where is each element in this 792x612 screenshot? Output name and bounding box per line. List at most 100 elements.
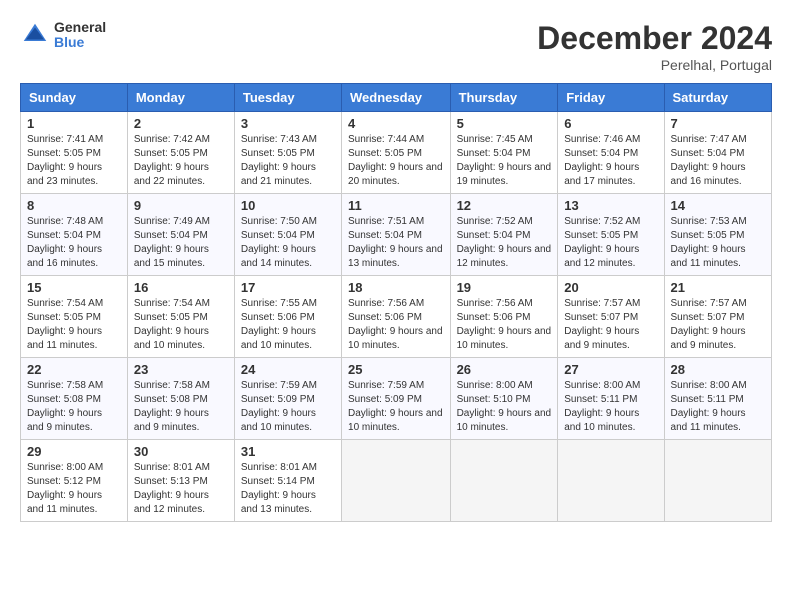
calendar-cell: 20 Sunrise: 7:57 AM Sunset: 5:07 PM Dayl… [558,276,664,358]
day-number: 21 [671,280,765,295]
calendar-cell: 6 Sunrise: 7:46 AM Sunset: 5:04 PM Dayli… [558,112,664,194]
logo-icon [20,20,50,50]
day-number: 3 [241,116,335,131]
day-info: Sunrise: 7:54 AM Sunset: 5:05 PM Dayligh… [27,297,121,353]
column-header-monday: Monday [127,84,234,112]
day-number: 16 [134,280,228,295]
day-info: Sunrise: 7:59 AM Sunset: 5:09 PM Dayligh… [348,379,444,435]
day-info: Sunrise: 7:57 AM Sunset: 5:07 PM Dayligh… [564,297,657,353]
day-info: Sunrise: 7:42 AM Sunset: 5:05 PM Dayligh… [134,133,228,189]
day-info: Sunrise: 7:48 AM Sunset: 5:04 PM Dayligh… [27,215,121,271]
calendar-cell: 12 Sunrise: 7:52 AM Sunset: 5:04 PM Dayl… [450,194,558,276]
page-header: General Blue December 2024 Perelhal, Por… [20,20,772,73]
day-number: 10 [241,198,335,213]
day-number: 12 [457,198,552,213]
column-header-sunday: Sunday [21,84,128,112]
calendar-cell [664,440,771,522]
day-info: Sunrise: 8:00 AM Sunset: 5:12 PM Dayligh… [27,461,121,517]
day-info: Sunrise: 7:45 AM Sunset: 5:04 PM Dayligh… [457,133,552,189]
calendar-cell: 31 Sunrise: 8:01 AM Sunset: 5:14 PM Dayl… [234,440,341,522]
day-number: 15 [27,280,121,295]
day-info: Sunrise: 8:00 AM Sunset: 5:10 PM Dayligh… [457,379,552,435]
day-number: 23 [134,362,228,377]
logo-blue-text: Blue [54,35,106,50]
calendar-cell: 25 Sunrise: 7:59 AM Sunset: 5:09 PM Dayl… [342,358,451,440]
calendar-cell: 19 Sunrise: 7:56 AM Sunset: 5:06 PM Dayl… [450,276,558,358]
day-number: 14 [671,198,765,213]
day-number: 7 [671,116,765,131]
logo-general-text: General [54,20,106,35]
day-info: Sunrise: 7:51 AM Sunset: 5:04 PM Dayligh… [348,215,444,271]
calendar-week-row: 15 Sunrise: 7:54 AM Sunset: 5:05 PM Dayl… [21,276,772,358]
calendar-table: SundayMondayTuesdayWednesdayThursdayFrid… [20,83,772,522]
day-info: Sunrise: 7:50 AM Sunset: 5:04 PM Dayligh… [241,215,335,271]
day-number: 11 [348,198,444,213]
day-info: Sunrise: 7:43 AM Sunset: 5:05 PM Dayligh… [241,133,335,189]
calendar-cell: 16 Sunrise: 7:54 AM Sunset: 5:05 PM Dayl… [127,276,234,358]
day-number: 6 [564,116,657,131]
day-number: 29 [27,444,121,459]
calendar-cell: 14 Sunrise: 7:53 AM Sunset: 5:05 PM Dayl… [664,194,771,276]
calendar-cell: 3 Sunrise: 7:43 AM Sunset: 5:05 PM Dayli… [234,112,341,194]
day-info: Sunrise: 8:00 AM Sunset: 5:11 PM Dayligh… [564,379,657,435]
day-number: 4 [348,116,444,131]
day-info: Sunrise: 8:00 AM Sunset: 5:11 PM Dayligh… [671,379,765,435]
day-info: Sunrise: 7:58 AM Sunset: 5:08 PM Dayligh… [134,379,228,435]
location: Perelhal, Portugal [537,57,772,73]
day-number: 20 [564,280,657,295]
calendar-week-row: 29 Sunrise: 8:00 AM Sunset: 5:12 PM Dayl… [21,440,772,522]
day-info: Sunrise: 7:54 AM Sunset: 5:05 PM Dayligh… [134,297,228,353]
day-info: Sunrise: 7:57 AM Sunset: 5:07 PM Dayligh… [671,297,765,353]
calendar-cell: 21 Sunrise: 7:57 AM Sunset: 5:07 PM Dayl… [664,276,771,358]
calendar-cell: 10 Sunrise: 7:50 AM Sunset: 5:04 PM Dayl… [234,194,341,276]
title-section: December 2024 Perelhal, Portugal [537,20,772,73]
day-number: 9 [134,198,228,213]
day-info: Sunrise: 7:59 AM Sunset: 5:09 PM Dayligh… [241,379,335,435]
day-info: Sunrise: 7:44 AM Sunset: 5:05 PM Dayligh… [348,133,444,189]
day-number: 30 [134,444,228,459]
day-info: Sunrise: 7:49 AM Sunset: 5:04 PM Dayligh… [134,215,228,271]
calendar-cell: 11 Sunrise: 7:51 AM Sunset: 5:04 PM Dayl… [342,194,451,276]
logo: General Blue [20,20,106,51]
day-number: 2 [134,116,228,131]
day-number: 19 [457,280,552,295]
day-info: Sunrise: 7:56 AM Sunset: 5:06 PM Dayligh… [348,297,444,353]
day-info: Sunrise: 7:55 AM Sunset: 5:06 PM Dayligh… [241,297,335,353]
day-info: Sunrise: 7:56 AM Sunset: 5:06 PM Dayligh… [457,297,552,353]
day-info: Sunrise: 7:47 AM Sunset: 5:04 PM Dayligh… [671,133,765,189]
day-number: 22 [27,362,121,377]
day-number: 24 [241,362,335,377]
calendar-cell: 8 Sunrise: 7:48 AM Sunset: 5:04 PM Dayli… [21,194,128,276]
calendar-week-row: 8 Sunrise: 7:48 AM Sunset: 5:04 PM Dayli… [21,194,772,276]
day-number: 5 [457,116,552,131]
day-number: 8 [27,198,121,213]
calendar-cell: 7 Sunrise: 7:47 AM Sunset: 5:04 PM Dayli… [664,112,771,194]
calendar-cell [342,440,451,522]
month-title: December 2024 [537,20,772,57]
calendar-cell: 4 Sunrise: 7:44 AM Sunset: 5:05 PM Dayli… [342,112,451,194]
column-header-thursday: Thursday [450,84,558,112]
calendar-cell: 22 Sunrise: 7:58 AM Sunset: 5:08 PM Dayl… [21,358,128,440]
day-info: Sunrise: 7:41 AM Sunset: 5:05 PM Dayligh… [27,133,121,189]
day-info: Sunrise: 7:53 AM Sunset: 5:05 PM Dayligh… [671,215,765,271]
calendar-week-row: 1 Sunrise: 7:41 AM Sunset: 5:05 PM Dayli… [21,112,772,194]
day-number: 26 [457,362,552,377]
day-info: Sunrise: 8:01 AM Sunset: 5:14 PM Dayligh… [241,461,335,517]
day-number: 25 [348,362,444,377]
calendar-cell: 26 Sunrise: 8:00 AM Sunset: 5:10 PM Dayl… [450,358,558,440]
day-info: Sunrise: 7:58 AM Sunset: 5:08 PM Dayligh… [27,379,121,435]
calendar-cell: 18 Sunrise: 7:56 AM Sunset: 5:06 PM Dayl… [342,276,451,358]
calendar-cell [450,440,558,522]
calendar-cell: 29 Sunrise: 8:00 AM Sunset: 5:12 PM Dayl… [21,440,128,522]
calendar-cell: 9 Sunrise: 7:49 AM Sunset: 5:04 PM Dayli… [127,194,234,276]
calendar-cell [558,440,664,522]
day-number: 28 [671,362,765,377]
calendar-cell: 30 Sunrise: 8:01 AM Sunset: 5:13 PM Dayl… [127,440,234,522]
column-header-wednesday: Wednesday [342,84,451,112]
day-number: 18 [348,280,444,295]
calendar-header-row: SundayMondayTuesdayWednesdayThursdayFrid… [21,84,772,112]
calendar-cell: 23 Sunrise: 7:58 AM Sunset: 5:08 PM Dayl… [127,358,234,440]
calendar-cell: 1 Sunrise: 7:41 AM Sunset: 5:05 PM Dayli… [21,112,128,194]
column-header-friday: Friday [558,84,664,112]
calendar-cell: 2 Sunrise: 7:42 AM Sunset: 5:05 PM Dayli… [127,112,234,194]
